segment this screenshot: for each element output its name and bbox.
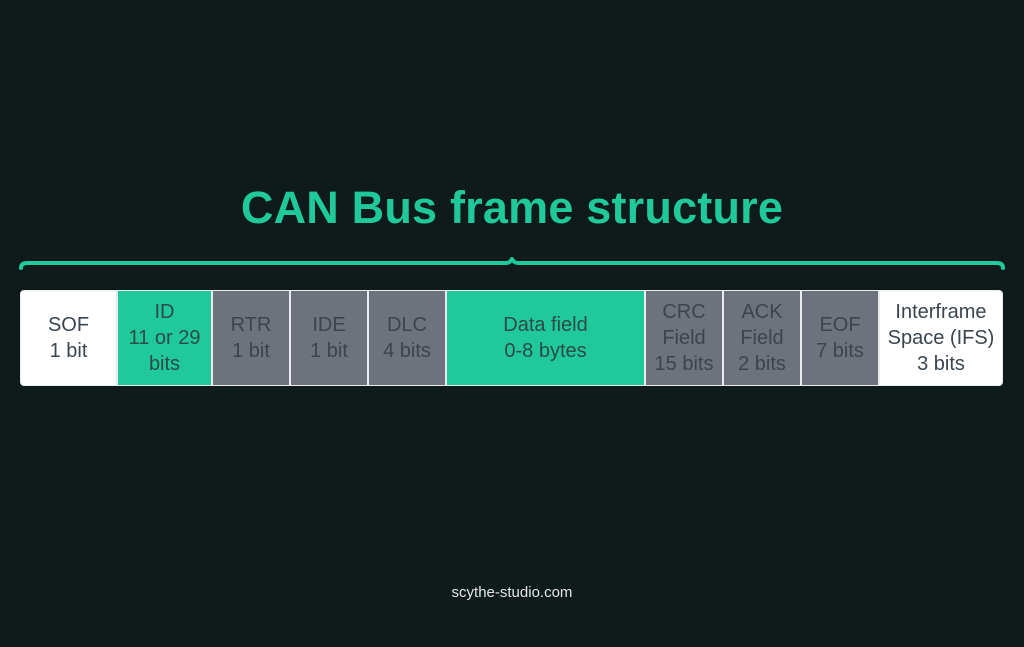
field-size: 1 bit [310,340,348,362]
field-dlc: DLC 4 bits [368,290,446,386]
field-size: 7 bits [816,340,864,362]
field-size: 15 bits [654,353,714,375]
field-eof: EOF 7 bits [801,290,879,386]
field-size: 2 bits [738,353,786,375]
field-name: ID [154,301,175,323]
field-name: RTR [230,314,272,336]
field-name: Interframe Space (IFS) [887,301,995,349]
field-size: 11 or 29 bits [128,327,201,375]
field-name: EOF [819,314,861,336]
field-name: Data field [503,314,588,336]
frame-brace [19,257,1005,270]
field-size: 1 bit [49,340,88,362]
field-name: SOF [47,314,90,336]
field-name: ACK Field [740,301,784,349]
field-rtr: RTR 1 bit [212,290,290,386]
diagram-title: CAN Bus frame structure [240,182,784,233]
field-name: IDE [312,314,346,336]
field-size: 4 bits [383,340,431,362]
field-sof: SOF 1 bit [20,290,117,386]
field-ide: IDE 1 bit [290,290,368,386]
field-id: ID 11 or 29 bits [117,290,212,386]
field-data: Data field 0-8 bytes [446,290,645,386]
footer-website: scythe-studio.com [451,584,573,601]
field-name: CRC Field [662,301,706,349]
field-size: 0-8 bytes [504,340,587,362]
field-size: 1 bit [232,340,270,362]
field-crc: CRC Field 15 bits [645,290,723,386]
field-size: 3 bits [917,353,965,375]
field-ifs: Interframe Space (IFS) 3 bits [879,290,1003,386]
field-ack: ACK Field 2 bits [723,290,801,386]
can-frame-row: SOF 1 bit ID 11 or 29 bits RTR 1 bit IDE 1 b… [20,290,1003,386]
field-name: DLC [386,314,427,336]
